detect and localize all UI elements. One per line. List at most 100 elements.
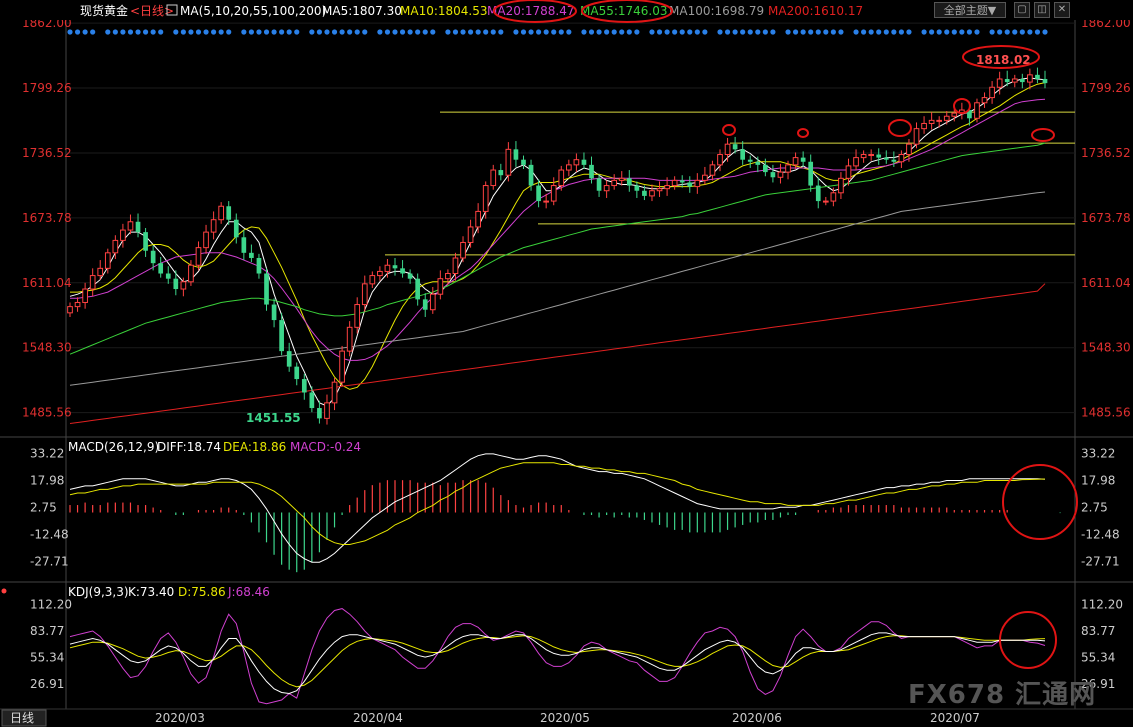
signal-dot — [853, 29, 859, 35]
signal-dot — [792, 29, 799, 35]
candle-body-down — [876, 154, 882, 158]
candle-body-up — [74, 301, 81, 308]
candle-body-up — [445, 273, 451, 280]
kdj-tick-left: 112.20 — [30, 598, 72, 612]
kdj-d: D:75.86 — [178, 585, 226, 599]
candle-body-up — [377, 270, 383, 277]
period-button-label[interactable]: 日线 — [10, 711, 34, 725]
candle-body-down — [415, 278, 421, 300]
macd-tick-left: 33.22 — [30, 446, 64, 460]
signal-dot — [1012, 29, 1018, 35]
candle-body-up — [951, 112, 958, 117]
candle-body-up — [490, 169, 497, 187]
signal-dot — [142, 29, 149, 35]
signal-dot — [188, 29, 194, 35]
high-price-label: 1818.02 — [976, 53, 1031, 67]
candle-body-up — [120, 229, 126, 241]
signal-dot — [490, 29, 496, 35]
candle-body-down — [233, 219, 239, 238]
toolbar-btn-3[interactable]: ✕ — [1054, 2, 1070, 18]
signal-dot — [339, 29, 345, 35]
signal-dot — [558, 29, 564, 35]
toolbar-btn-1[interactable]: ▢ — [1014, 2, 1030, 18]
signal-dot — [158, 29, 164, 35]
kdj-tick-right: 112.20 — [1081, 598, 1123, 612]
signal-dot — [399, 29, 406, 35]
macd-panel — [69, 453, 1078, 573]
candle-body-down — [1042, 78, 1048, 84]
macd-tick-left: 17.98 — [30, 474, 64, 488]
signal-dot — [1042, 29, 1048, 35]
kdj-tick-left: 83.77 — [30, 624, 64, 638]
candle-body-up — [1011, 78, 1018, 83]
signal-dot — [724, 29, 731, 35]
candle-body-up — [210, 219, 217, 233]
signal-dot — [762, 29, 768, 35]
macd-diff-line — [69, 453, 1046, 563]
candle-body-up — [671, 179, 678, 187]
signal-dot — [838, 29, 844, 35]
candle-body-up — [996, 78, 1003, 88]
signal-dot — [785, 29, 791, 35]
toolbar-btn-2[interactable]: ◫ — [1034, 2, 1050, 18]
candle-body-down — [392, 265, 398, 269]
signal-dot — [944, 29, 950, 35]
candle-body-down — [422, 299, 428, 310]
theme-button[interactable]: 全部主题▼ — [934, 2, 1006, 18]
candle-body-up — [611, 179, 618, 187]
touch-highlight-circle — [722, 124, 736, 136]
candle-body-up — [505, 148, 512, 176]
period-label: <日线> — [130, 4, 174, 18]
signal-dot — [672, 29, 678, 35]
ma-line-ma200 — [69, 283, 1046, 424]
signal-dot — [279, 29, 285, 35]
signal-dot — [483, 29, 489, 35]
signal-dot — [891, 29, 897, 35]
signal-dot — [898, 29, 904, 35]
candle-body-up — [482, 185, 489, 212]
candle-body-down — [317, 408, 322, 419]
kdj-tick-left: 26.91 — [30, 677, 64, 691]
candle-body-up — [664, 185, 670, 190]
macd-title: MACD(26,12,9) — [68, 440, 159, 454]
candle-body-down — [249, 252, 254, 258]
signal-dot — [331, 29, 338, 35]
candle-body-up — [104, 252, 111, 269]
signal-dot — [543, 29, 549, 35]
signal-dot — [687, 29, 693, 35]
ma5-value: MA5:1807.30 — [322, 4, 402, 18]
candle-body-up — [218, 205, 225, 221]
candle-body-up — [203, 231, 209, 249]
kdj-k: K:73.40 — [128, 585, 174, 599]
signal-dot — [316, 29, 323, 35]
candle-body-up — [981, 97, 988, 104]
signal-dot — [384, 29, 391, 35]
candle-body-up — [853, 157, 859, 167]
candle-body-up — [656, 188, 663, 192]
candle-body-up — [354, 304, 361, 328]
macd-tick-left: -12.48 — [30, 528, 69, 542]
candle-body-up — [112, 239, 119, 254]
signal-dot — [808, 29, 814, 35]
signal-dot — [770, 29, 776, 35]
candle-body-down — [279, 320, 284, 352]
ma-line-ma10 — [70, 82, 1046, 390]
candle-body-down — [498, 170, 504, 176]
candle-body-down — [400, 268, 405, 274]
candle-body-up — [1027, 74, 1033, 83]
macd-tick-left: -27.71 — [30, 555, 69, 569]
signal-dot — [997, 29, 1003, 35]
price-tick-left: 1548.30 — [22, 341, 72, 355]
candle-body-down — [589, 164, 594, 179]
candle-body-down — [1035, 74, 1040, 79]
candle-body-up — [792, 157, 799, 166]
signal-dot — [452, 29, 459, 35]
kdj-legend: KDJ(9,3,3) K:73.40 D:75.86 J:68.46 — [68, 585, 270, 599]
candle-body-down — [264, 273, 269, 305]
touch-highlight-circle — [797, 128, 809, 138]
signal-dot — [1027, 29, 1033, 35]
candle-body-up — [709, 164, 716, 176]
signal-dot — [800, 29, 806, 35]
price-tick-right: 1485.56 — [1081, 406, 1131, 420]
signal-dot — [1004, 29, 1010, 35]
